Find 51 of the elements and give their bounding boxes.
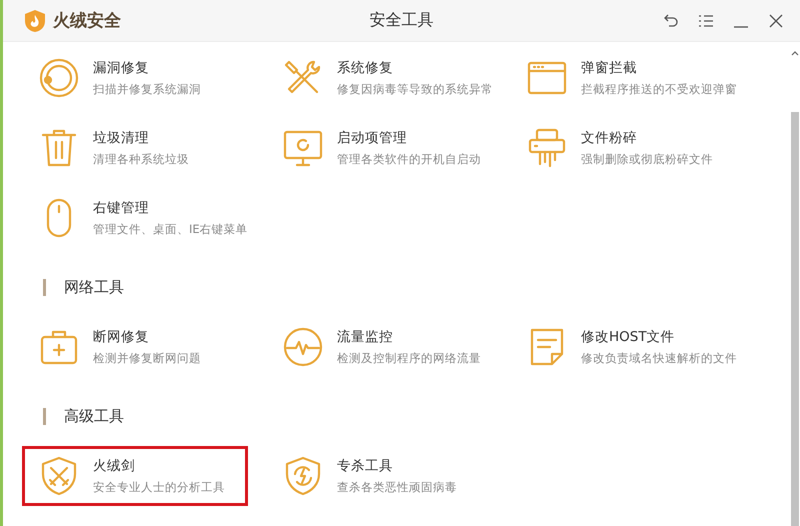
tool-name: 系统修复 xyxy=(337,59,394,77)
trash-icon xyxy=(39,128,79,168)
tool-name: 漏洞修复 xyxy=(93,59,150,77)
tool-item[interactable]: 漏洞修复 扫描并修复系统漏洞 xyxy=(22,48,269,108)
tool-description: 管理文件、桌面、IE右键菜单 xyxy=(93,222,248,237)
minimize-icon xyxy=(734,26,748,28)
section-title: 高级工具 xyxy=(64,407,124,426)
tool-item[interactable]: 弹窗拦截 拦截程序推送的不受欢迎弹窗 xyxy=(510,48,757,108)
tool-item[interactable]: 修改HOST文件 修改负责域名快速解析的文件 xyxy=(510,317,757,377)
tool-name: 弹窗拦截 xyxy=(581,59,638,77)
shield-swords-icon xyxy=(39,456,79,496)
tool-item[interactable]: 右键管理 管理文件、桌面、IE右键菜单 xyxy=(22,188,269,248)
tool-name: 断网修复 xyxy=(93,328,150,346)
tool-description: 管理各类软件的开机自启动 xyxy=(337,152,481,167)
tool-item[interactable]: 启动项管理 管理各类软件的开机自启动 xyxy=(266,118,513,178)
tool-name: 启动项管理 xyxy=(337,129,408,147)
tool-name: 文件粉碎 xyxy=(581,129,638,147)
target-icon xyxy=(39,58,79,98)
scrollbar-thumb[interactable] xyxy=(790,112,798,526)
tool-description: 修改负责域名快速解析的文件 xyxy=(581,351,737,366)
tool-description: 强制删除或彻底粉碎文件 xyxy=(581,152,713,167)
tool-description: 查杀各类恶性顽固病毒 xyxy=(337,480,457,495)
monitor-icon xyxy=(283,128,323,168)
tool-name: 垃圾清理 xyxy=(93,129,150,147)
window-title: 安全工具 xyxy=(368,10,434,31)
tool-item[interactable]: 文件粉碎 强制删除或彻底粉碎文件 xyxy=(510,118,757,178)
app-name: 火绒安全 xyxy=(53,10,121,32)
tool-item[interactable]: 垃圾清理 清理各种系统垃圾 xyxy=(22,118,269,178)
tool-name: 火绒剑 xyxy=(93,457,136,475)
shredder-icon xyxy=(527,128,567,168)
tool-description: 安全专业人士的分析工具 xyxy=(93,480,225,495)
tool-description: 清理各种系统垃圾 xyxy=(93,152,189,167)
scroll-up-icon[interactable] xyxy=(790,50,798,56)
shield-bolt-icon xyxy=(283,456,323,496)
tool-item[interactable]: 火绒剑 安全专业人士的分析工具 xyxy=(22,446,248,506)
tool-item[interactable]: 专杀工具 查杀各类恶性顽固病毒 xyxy=(266,446,513,506)
tool-item[interactable]: 系统修复 修复因病毒等导致的系统异常 xyxy=(266,48,513,108)
tool-name: 专杀工具 xyxy=(337,457,394,475)
tool-description: 修复因病毒等导致的系统异常 xyxy=(337,82,493,97)
tool-item[interactable]: 断网修复 检测并修复断网问题 xyxy=(22,317,269,377)
tool-name: 流量监控 xyxy=(337,328,394,346)
flame-shield-icon xyxy=(25,10,45,32)
tool-item[interactable]: 流量监控 检测及控制程序的网络流量 xyxy=(266,317,513,377)
tool-name: 右键管理 xyxy=(93,199,150,217)
tool-description: 扫描并修复系统漏洞 xyxy=(93,82,201,97)
tool-name: 修改HOST文件 xyxy=(581,328,676,346)
tool-description: 拦截程序推送的不受欢迎弹窗 xyxy=(581,82,737,97)
tool-description: 检测并修复断网问题 xyxy=(93,351,201,366)
section-title: 网络工具 xyxy=(64,278,124,297)
tool-description: 检测及控制程序的网络流量 xyxy=(337,351,481,366)
pulse-icon xyxy=(283,327,323,367)
